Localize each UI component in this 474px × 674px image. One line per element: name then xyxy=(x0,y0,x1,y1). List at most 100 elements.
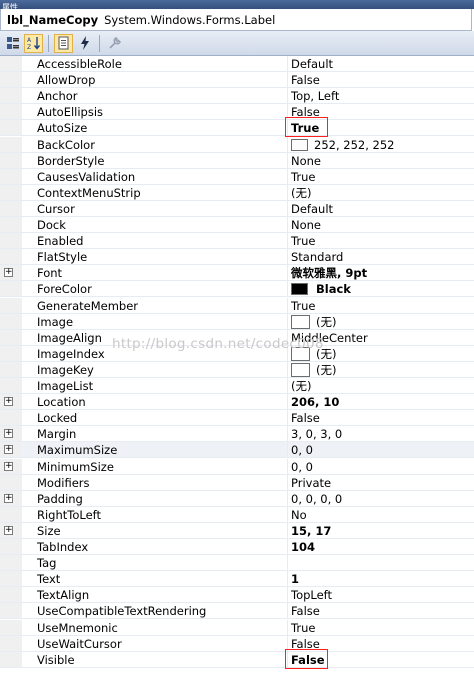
property-row[interactable]: ImageKey (无) xyxy=(0,361,474,378)
property-row[interactable]: FlatStyle Standard xyxy=(0,249,474,266)
property-row[interactable]: Text 1 xyxy=(0,571,474,588)
expand-icon[interactable]: + xyxy=(4,525,13,535)
property-row[interactable]: + Padding 0, 0, 0, 0 xyxy=(0,490,474,507)
property-value[interactable]: 微软雅黑, 9pt xyxy=(291,265,367,281)
categorized-button[interactable] xyxy=(3,34,22,53)
property-row[interactable]: + MaximumSize 0, 0 xyxy=(0,442,474,459)
property-row[interactable]: ImageList (无) xyxy=(0,378,474,395)
property-row[interactable]: TabIndex 104 xyxy=(0,539,474,556)
property-value[interactable]: True xyxy=(291,620,315,636)
property-row[interactable]: AutoSize True xyxy=(0,117,474,138)
property-value[interactable]: True xyxy=(291,169,315,185)
color-swatch xyxy=(291,138,308,151)
property-value-text: Standard xyxy=(291,250,344,265)
property-row[interactable]: UseWaitCursor False xyxy=(0,635,474,652)
property-row[interactable]: Visible False xyxy=(0,648,474,669)
property-row[interactable]: UseCompatibleTextRendering False xyxy=(0,603,474,620)
property-value[interactable]: MiddleCenter xyxy=(291,330,368,346)
property-row[interactable]: Tag xyxy=(0,555,474,572)
property-row[interactable]: ContextMenuStrip (无) xyxy=(0,184,474,201)
events-button[interactable] xyxy=(75,34,94,53)
property-name: Margin xyxy=(37,427,77,442)
property-value[interactable]: 206, 10 xyxy=(291,394,339,410)
property-row[interactable]: UseMnemonic True xyxy=(0,619,474,636)
property-value[interactable]: (无) xyxy=(291,346,336,362)
property-row[interactable]: Modifiers Private xyxy=(0,474,474,491)
property-row[interactable]: Cursor Default xyxy=(0,200,474,217)
property-row[interactable]: Anchor Top, Left xyxy=(0,88,474,105)
alphabetical-button[interactable]: A Z xyxy=(24,33,43,53)
property-value[interactable]: (无) xyxy=(291,314,336,330)
property-name: Padding xyxy=(37,491,83,506)
property-value[interactable]: 0, 0 xyxy=(291,442,313,458)
property-row[interactable]: AccessibleRole Default xyxy=(0,56,474,73)
property-row[interactable]: + Location 206, 10 xyxy=(0,394,474,411)
property-value[interactable]: (无) xyxy=(291,362,336,378)
property-row[interactable]: Dock None xyxy=(0,217,474,234)
column-divider xyxy=(287,152,288,168)
property-row[interactable]: ImageAlign MiddleCenter xyxy=(0,329,474,346)
property-value[interactable]: False xyxy=(291,410,320,426)
property-value[interactable]: 252, 252, 252 xyxy=(291,137,394,153)
property-row[interactable]: RightToLeft No xyxy=(0,506,474,523)
property-value[interactable]: 104 xyxy=(291,539,315,555)
property-row[interactable]: BorderStyle None xyxy=(0,152,474,169)
expand-icon[interactable]: + xyxy=(4,268,13,278)
property-row[interactable]: + Font 微软雅黑, 9pt xyxy=(0,265,474,282)
property-value[interactable]: (无) xyxy=(291,185,311,201)
property-value-text: Private xyxy=(291,475,332,490)
expand-icon[interactable]: + xyxy=(4,461,13,471)
property-row[interactable]: TextAlign TopLeft xyxy=(0,587,474,604)
property-row[interactable]: + Size 15, 17 xyxy=(0,522,474,539)
property-value[interactable]: True xyxy=(291,298,315,314)
property-row[interactable]: GenerateMember True xyxy=(0,297,474,314)
property-value[interactable]: 1 xyxy=(291,571,299,587)
property-row[interactable]: ImageIndex (无) xyxy=(0,345,474,362)
property-name: Enabled xyxy=(37,234,84,249)
property-value[interactable]: Default xyxy=(291,201,333,217)
property-value[interactable]: Default xyxy=(291,56,333,72)
object-selector[interactable]: lbl_NameCopy System.Windows.Forms.Label xyxy=(0,9,472,31)
property-value-text: 0, 0 xyxy=(291,443,313,458)
property-name: Size xyxy=(37,523,61,538)
image-preview-box xyxy=(291,314,310,329)
property-row[interactable]: Image (无) xyxy=(0,313,474,330)
property-value[interactable]: 0, 0, 0, 0 xyxy=(291,491,342,507)
row-gutter xyxy=(0,619,22,635)
property-value[interactable]: False xyxy=(291,603,320,619)
property-value[interactable]: TopLeft xyxy=(291,587,332,603)
properties-button[interactable] xyxy=(54,33,73,53)
property-value[interactable]: Standard xyxy=(291,249,343,265)
property-value[interactable]: None xyxy=(291,217,321,233)
property-value[interactable]: 3, 0, 3, 0 xyxy=(291,426,342,442)
expand-icon[interactable]: + xyxy=(4,397,13,407)
property-row[interactable]: AllowDrop False xyxy=(0,72,474,89)
property-row[interactable]: BackColor 252, 252, 252 xyxy=(0,136,474,153)
expand-icon[interactable]: + xyxy=(4,445,13,455)
property-row[interactable]: ForeColor Black xyxy=(0,281,474,298)
property-value[interactable]: False xyxy=(291,72,320,88)
property-value[interactable]: No xyxy=(291,507,307,523)
property-value[interactable]: True xyxy=(291,233,315,249)
property-row[interactable]: AutoEllipsis False xyxy=(0,104,474,121)
property-value[interactable]: Black xyxy=(291,281,351,297)
property-value[interactable]: 15, 17 xyxy=(291,523,331,539)
expand-icon[interactable]: + xyxy=(4,429,13,439)
property-value[interactable]: Top, Left xyxy=(291,88,339,104)
property-pages-button[interactable] xyxy=(105,34,124,53)
property-value[interactable]: (无) xyxy=(291,378,311,394)
column-divider xyxy=(287,426,288,442)
object-type: System.Windows.Forms.Label xyxy=(104,12,276,27)
property-value-text: True xyxy=(291,234,316,249)
expand-icon[interactable]: + xyxy=(4,493,13,503)
property-row[interactable]: + Margin 3, 0, 3, 0 xyxy=(0,426,474,443)
property-row[interactable]: Locked False xyxy=(0,410,474,427)
property-value[interactable]: Private xyxy=(291,475,331,491)
property-row[interactable]: Enabled True xyxy=(0,233,474,250)
property-row[interactable]: CausesValidation True xyxy=(0,168,474,185)
toolbar-separator xyxy=(99,34,100,52)
property-row[interactable]: + MinimumSize 0, 0 xyxy=(0,458,474,475)
property-value[interactable]: 0, 0 xyxy=(291,459,313,475)
property-name: Anchor xyxy=(37,89,78,104)
property-value[interactable]: None xyxy=(291,153,321,169)
